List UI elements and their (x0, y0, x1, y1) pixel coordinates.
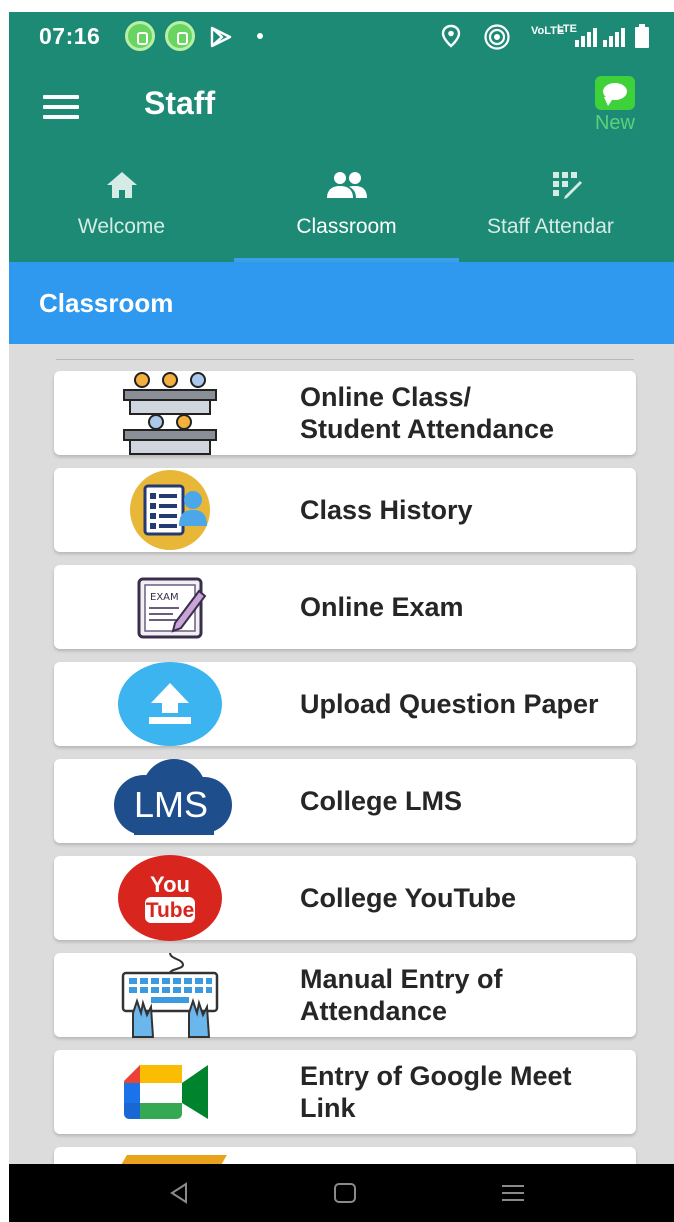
menu-item-label: Online Class/ Student Attendance (300, 382, 555, 444)
menu-item-online-class[interactable]: Online Class/ Student Attendance (54, 371, 636, 455)
classroom-icon (123, 372, 217, 455)
google-meet-icon (124, 1065, 208, 1119)
nav-recents-button[interactable] (483, 1176, 543, 1210)
lms-text: LMS (134, 784, 208, 825)
class-history-icon (130, 470, 210, 550)
message-bubble-icon (595, 76, 635, 110)
menu-item-manual-entry-attendance[interactable]: Manual Entry of Attendance (54, 952, 636, 1038)
menu-item-partial[interactable] (54, 1147, 636, 1164)
phone-screen: 07:16 VoLTE LTE Staff New Welcome Classr… (9, 12, 674, 1222)
youtube-text-top: You (150, 872, 190, 897)
menu-item-label: College LMS (300, 786, 463, 816)
status-time: 07:16 (39, 23, 101, 49)
play-store-icon (210, 26, 232, 48)
hamburger-menu-icon[interactable] (43, 95, 79, 119)
menu-item-college-lms[interactable]: LMS College LMS (54, 759, 636, 843)
menu-item-label: Upload Question Paper (300, 689, 599, 719)
location-icon (441, 24, 461, 48)
more-notifications-dot-icon (257, 33, 263, 39)
nav-back-button[interactable] (149, 1176, 209, 1210)
tab-classroom[interactable]: Classroom (234, 165, 459, 262)
menu-item-upload-question-paper[interactable]: Upload Question Paper (54, 662, 636, 746)
tab-welcome[interactable]: Welcome (9, 165, 234, 262)
partial-item-icon (121, 1155, 227, 1164)
hotspot-icon (484, 24, 510, 50)
signal-strength-icon (575, 28, 625, 47)
app-bar: Staff New Welcome Classroom Staff Attend… (9, 60, 674, 262)
menu-item-label: Manual Entry of Attendance (300, 964, 503, 1026)
youtube-text-bottom: Tube (146, 899, 195, 922)
upload-icon (118, 662, 222, 746)
status-bar: 07:16 VoLTE LTE (9, 12, 674, 60)
whatsapp-business-notification-icon (165, 21, 195, 51)
exam-text: EXAM (150, 592, 179, 603)
section-header: Classroom (9, 262, 674, 344)
network-type-label: LTE (557, 23, 577, 35)
exam-icon: EXAM (137, 577, 207, 639)
page-title: Staff (144, 85, 216, 121)
whatsapp-notification-icon (125, 21, 155, 51)
tab-welcome-label: Welcome (77, 215, 166, 238)
menu-item-google-meet-link[interactable]: Entry of Google Meet Link (54, 1050, 636, 1134)
tab-staff-attendance-label: Staff Attendar (487, 215, 614, 238)
people-icon (326, 172, 367, 198)
section-title: Classroom (39, 288, 174, 318)
home-icon (106, 172, 137, 198)
classroom-menu-list[interactable]: Online Class/ Student Attendance Class H… (9, 344, 674, 1164)
attendance-icon (552, 172, 582, 199)
tab-staff-attendance[interactable]: Staff Attendar (459, 165, 674, 262)
list-divider (56, 359, 634, 360)
home-square-icon (334, 1183, 356, 1203)
new-messages-button[interactable]: New (587, 76, 643, 135)
menu-item-label: Class History (300, 495, 473, 525)
recents-lines-icon (502, 1185, 524, 1201)
nav-home-button[interactable] (315, 1176, 375, 1210)
new-messages-label: New (594, 112, 635, 134)
menu-item-label: College YouTube (300, 883, 517, 913)
lms-icon: LMS (114, 759, 232, 835)
back-triangle-icon (170, 1182, 187, 1204)
keyboard-icon (121, 952, 219, 1038)
system-navigation-bar (9, 1164, 674, 1222)
menu-item-online-exam[interactable]: EXAM Online Exam (54, 565, 636, 649)
battery-icon (635, 24, 649, 48)
menu-item-label: Entry of Google Meet Link (300, 1061, 572, 1123)
volte-icon: VoLTE (531, 25, 565, 37)
youtube-icon: You Tube (118, 855, 222, 941)
menu-item-class-history[interactable]: Class History (54, 468, 636, 552)
menu-item-label: Online Exam (300, 592, 464, 622)
tab-classroom-label: Classroom (296, 215, 397, 238)
menu-item-college-youtube[interactable]: You Tube College YouTube (54, 855, 636, 941)
